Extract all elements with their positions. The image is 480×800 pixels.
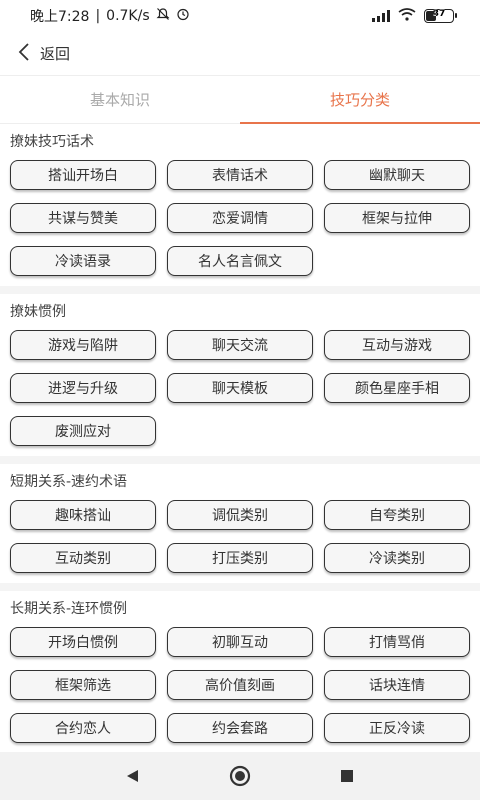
nav-home-button[interactable] [220,756,260,796]
topic-button[interactable]: 打压类别 [167,543,313,573]
topic-button[interactable]: 废测应对 [10,416,156,446]
category-section: 长期关系-连环惯例开场白惯例 初聊互动 打情骂俏框架筛选 高价值刻画 话块连情合约恋人约… [0,591,480,752]
topic-button[interactable]: 聊天交流 [167,330,313,360]
circle-home-icon [229,765,251,787]
tag-button-grid: 搭讪开场白 表情话术 幽默聊天共谋与赞美 恋爱调情 框架与拉伸冷读语录 名人名言佩文 [10,160,470,276]
tab-skill-categories[interactable]: 技巧分类 [240,76,480,124]
topic-button[interactable]: 恋爱调情 [167,203,313,233]
mute-icon [156,7,170,25]
tag-button-grid: 开场白惯例 初聊互动 打情骂俏框架筛选 高价值刻画 话块连情合约恋人 约会套路 正反冷读 [10,627,470,743]
topic-button[interactable]: 约会套路 [167,713,313,743]
battery-icon: 37 [424,9,457,23]
topic-button[interactable]: 打情骂俏 [324,627,470,657]
status-time: 晚上7:28 [30,9,90,25]
chevron-left-icon [18,42,30,66]
section-title: 短期关系-速约术语 [10,474,128,490]
tag-button-grid: 趣味搭讪 调侃类别 自夸类别互动类别 打压类别 冷读类别 [10,500,470,573]
topic-button[interactable]: 搭讪开场白 [10,160,156,190]
section-title: 撩妹惯例 [10,304,66,320]
topic-button[interactable]: 初聊互动 [167,627,313,657]
category-section: 撩妹技巧话术搭讪开场白 表情话术 幽默聊天共谋与赞美 恋爱调情 框架与拉伸冷读语录 名人名… [0,124,480,286]
topic-button[interactable]: 冷读类别 [324,543,470,573]
tab-bar: 基本知识 技巧分类 [0,76,480,124]
topic-button[interactable]: 冷读语录 [10,246,156,276]
status-separator: | [95,8,101,24]
alarm-icon [176,7,190,25]
topic-button[interactable]: 合约恋人 [10,713,156,743]
topic-button[interactable]: 框架与拉伸 [324,203,470,233]
header: 返回 [0,32,480,76]
status-bar: 晚上7:28 | 0.7K/s 37 [0,0,480,32]
back-label: 返回 [40,45,71,63]
topic-button[interactable]: 共谋与赞美 [10,203,156,233]
topic-button[interactable]: 自夸类别 [324,500,470,530]
tab-basic-knowledge[interactable]: 基本知识 [0,76,240,123]
topic-button[interactable]: 游戏与陷阱 [10,330,156,360]
status-left: 晚上7:28 | 0.7K/s [30,6,190,26]
topic-button[interactable]: 表情话术 [167,160,313,190]
status-right: 37 [372,7,457,25]
topic-button[interactable]: 名人名言佩文 [167,246,313,276]
topic-button[interactable]: 话块连情 [324,670,470,700]
signal-icon [372,10,390,22]
topic-button[interactable]: 调侃类别 [167,500,313,530]
section-title: 长期关系-连环惯例 [10,601,128,617]
battery-level: 37 [432,9,446,19]
topic-button[interactable]: 互动与游戏 [324,330,470,360]
topic-button[interactable]: 颜色星座手相 [324,373,470,403]
status-net-speed: 0.7K/s [106,8,150,24]
system-nav-bar [0,752,480,800]
category-section: 短期关系-速约术语趣味搭讪 调侃类别 自夸类别互动类别 打压类别 冷读类别 [0,464,480,583]
wifi-icon [398,7,416,25]
topic-button[interactable]: 互动类别 [10,543,156,573]
square-recents-icon [340,770,353,782]
triangle-back-icon [127,770,139,782]
nav-back-button[interactable] [113,756,153,796]
topic-button[interactable]: 框架筛选 [10,670,156,700]
topic-button[interactable]: 正反冷读 [324,713,470,743]
category-list[interactable]: 撩妹技巧话术搭讪开场白 表情话术 幽默聊天共谋与赞美 恋爱调情 框架与拉伸冷读语录 名人名… [0,124,480,752]
topic-button[interactable]: 趣味搭讪 [10,500,156,530]
category-section: 撩妹惯例游戏与陷阱 聊天交流 互动与游戏进逻与升级 聊天模板 颜色星座手相废测应对 [0,294,480,456]
topic-button[interactable]: 聊天模板 [167,373,313,403]
back-button[interactable]: 返回 [18,42,70,66]
section-title: 撩妹技巧话术 [10,134,94,150]
tag-button-grid: 游戏与陷阱 聊天交流 互动与游戏进逻与升级 聊天模板 颜色星座手相废测应对 [10,330,470,446]
topic-button[interactable]: 高价值刻画 [167,670,313,700]
topic-button[interactable]: 开场白惯例 [10,627,156,657]
topic-button[interactable]: 幽默聊天 [324,160,470,190]
topic-button[interactable]: 进逻与升级 [10,373,156,403]
nav-recents-button[interactable] [327,756,367,796]
